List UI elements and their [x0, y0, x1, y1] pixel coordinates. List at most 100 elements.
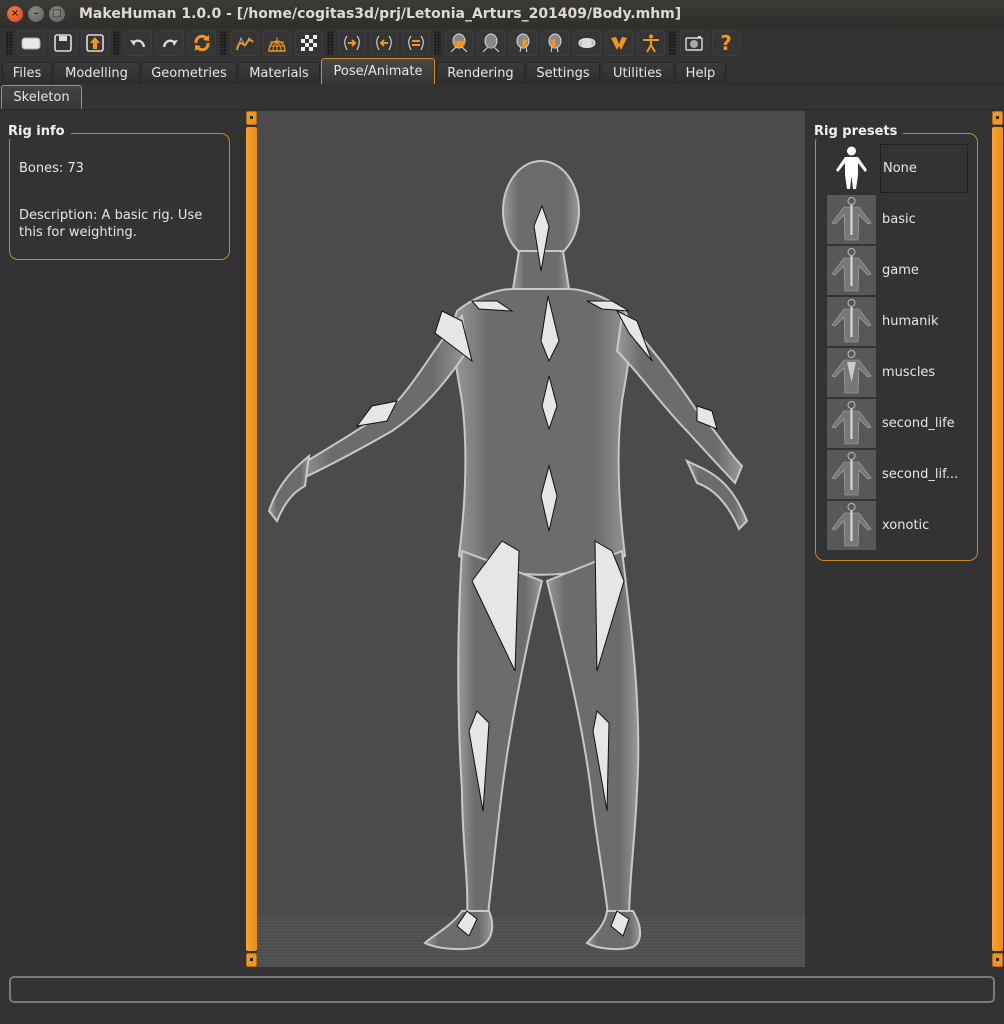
face-right-button[interactable] [541, 30, 569, 56]
rig-presets-group: Rig presets None basic game humanik musc… [814, 124, 978, 561]
right-panel-scrollbar[interactable] [992, 111, 1003, 967]
preset-thumbnail [827, 399, 876, 448]
preset-item-none[interactable]: None [827, 144, 969, 193]
reset-icon [194, 34, 210, 52]
rig-info-title: Rig info [8, 124, 71, 139]
reset-button[interactable] [188, 30, 216, 56]
camera-icon [685, 36, 703, 51]
redo-button[interactable] [156, 30, 184, 56]
tab-rendering[interactable]: Rendering [436, 62, 525, 84]
background-button[interactable] [295, 30, 323, 56]
rig-description-line1: Description: A basic rig. Use [19, 208, 203, 223]
save-icon [54, 34, 72, 52]
toolbar-separator [6, 31, 13, 55]
scroll-down-arrow[interactable] [246, 953, 257, 967]
back-view-icon [376, 35, 392, 51]
window-close-button[interactable]: × [7, 6, 23, 22]
main-tabs: Files Modelling Geometries Materials Pos… [0, 58, 1004, 84]
rig-description-line2: this for weighting. [19, 225, 137, 240]
toolbar-separator [434, 31, 441, 55]
screenshot-button[interactable] [680, 30, 708, 56]
preset-thumbnail [827, 297, 876, 346]
preset-item-xonotic[interactable]: xonotic [827, 501, 969, 550]
side-view-icon [408, 35, 424, 51]
bottom-view-icon [611, 37, 627, 50]
smooth-icon [236, 36, 254, 51]
window-minimize-button[interactable]: – [28, 6, 44, 22]
preset-label: humanik [882, 314, 939, 329]
tab-utilities[interactable]: Utilities [601, 62, 674, 84]
preset-label: game [882, 263, 919, 278]
preset-thumbnail [827, 195, 876, 244]
tab-files[interactable]: Files [2, 62, 52, 84]
face-front-button[interactable] [445, 30, 473, 56]
export-button[interactable] [81, 30, 109, 56]
face-back-button[interactable] [477, 30, 505, 56]
preset-item-basic[interactable]: basic [827, 195, 969, 244]
human-model [267, 160, 749, 951]
undo-icon [130, 39, 146, 48]
close-icon: × [10, 8, 20, 19]
preset-thumbnail [827, 348, 876, 397]
preset-label: muscles [882, 365, 936, 380]
top-view-icon [578, 38, 596, 48]
wireframe-button[interactable] [263, 30, 291, 56]
front-view-button[interactable] [338, 30, 366, 56]
preset-thumbnail [827, 501, 876, 550]
scroll-up-arrow[interactable] [246, 111, 257, 125]
front-view-icon [344, 35, 360, 51]
skeleton-preview-icon [827, 501, 876, 550]
skeleton-preview-icon [827, 450, 876, 499]
save-button[interactable] [49, 30, 77, 56]
left-panel-scrollbar[interactable] [246, 111, 257, 967]
human-silhouette-icon [836, 146, 867, 189]
skeleton-preview-icon [827, 348, 876, 397]
top-view-button[interactable] [573, 30, 601, 56]
preset-item-humanik[interactable]: humanik [827, 297, 969, 346]
preset-label: xonotic [882, 518, 930, 533]
skeleton-preview-icon [827, 195, 876, 244]
rig-info-group: Rig info Bones: 73 Description: A basic … [8, 124, 230, 260]
tab-settings[interactable]: Settings [526, 62, 600, 84]
folder-icon [21, 37, 41, 50]
tab-modelling[interactable]: Modelling [53, 62, 140, 84]
tab-help[interactable]: Help [675, 62, 726, 84]
status-bar [9, 976, 995, 1003]
smooth-button[interactable] [231, 30, 259, 56]
toolbar-separator [113, 31, 120, 55]
face-left-button[interactable] [509, 30, 537, 56]
side-view-button[interactable] [402, 30, 430, 56]
preset-item-muscles[interactable]: muscles [827, 348, 969, 397]
toolbar: ? [0, 28, 1004, 58]
preset-item-second-life[interactable]: second_life [827, 399, 969, 448]
scroll-up-arrow[interactable] [992, 111, 1003, 125]
scroll-down-arrow[interactable] [992, 953, 1003, 967]
redo-icon [162, 39, 178, 48]
load-button[interactable] [17, 30, 45, 56]
preset-thumbnail [827, 246, 876, 295]
export-icon [86, 34, 104, 52]
3d-viewport[interactable] [257, 111, 805, 967]
maximize-icon: □ [52, 8, 62, 19]
preset-thumbnail [827, 450, 876, 499]
rig-presets-title: Rig presets [814, 124, 904, 139]
help-button[interactable]: ? [712, 30, 740, 56]
face-right-icon [548, 33, 562, 53]
bottom-view-button[interactable] [605, 30, 633, 56]
scrollbar-thumb[interactable] [246, 127, 257, 951]
minimize-icon: – [33, 8, 39, 19]
preset-label: second_life [882, 416, 955, 431]
face-back-icon [482, 33, 500, 53]
tab-geometries[interactable]: Geometries [141, 62, 237, 84]
subtab-skeleton[interactable]: Skeleton [1, 85, 82, 109]
undo-button[interactable] [124, 30, 152, 56]
preset-item-game[interactable]: game [827, 246, 969, 295]
pose-button[interactable] [637, 30, 665, 56]
window-maximize-button[interactable]: □ [49, 6, 65, 22]
tab-materials[interactable]: Materials [238, 62, 320, 84]
back-view-button[interactable] [370, 30, 398, 56]
tab-pose-animate[interactable]: Pose/Animate [321, 58, 435, 84]
preset-label: second_lif... [882, 467, 959, 482]
preset-item-second-life-2[interactable]: second_lif... [827, 450, 969, 499]
scrollbar-thumb[interactable] [992, 127, 1003, 951]
